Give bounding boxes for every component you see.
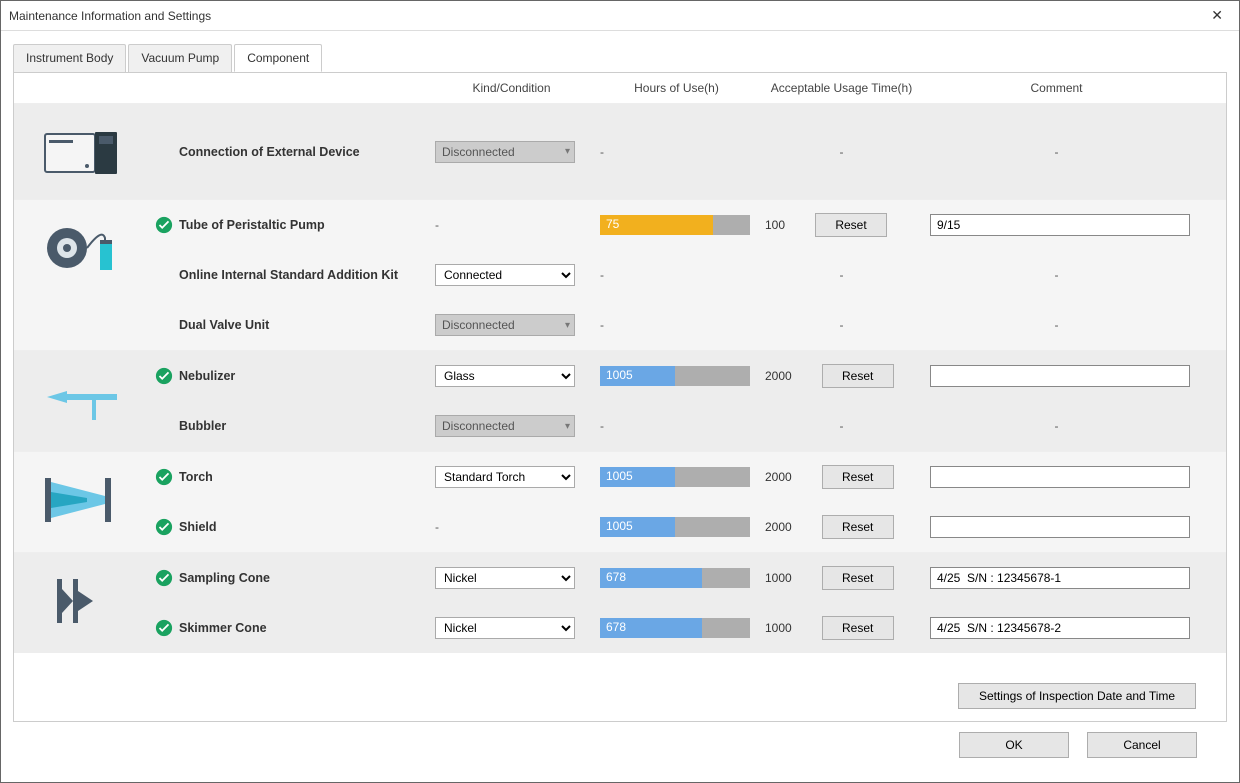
select-torch[interactable]: Standard Torch [435,466,575,488]
ok-button[interactable]: OK [959,732,1069,758]
comment-nebulizer[interactable] [930,365,1190,387]
progress-nebulizer: 1005 [600,366,750,386]
chevron-down-icon: ▾ [565,146,570,157]
select-dual-valve: Disconnected▾ [435,314,575,336]
select-conn-ext: Disconnected▾ [435,141,575,163]
row-label-bubbler: Bubbler [179,419,429,433]
title-bar: Maintenance Information and Settings ✕ [1,1,1239,31]
acceptable-sampling: 1000 [765,571,792,585]
progress-shield: 1005 [600,517,750,537]
cones-icon [14,553,149,653]
status-ok-icon [149,468,179,486]
comment-skimmer[interactable] [930,617,1190,639]
comment-shield[interactable] [930,516,1190,538]
row-label-dual-valve: Dual Valve Unit [179,318,429,332]
reset-button[interactable]: Reset [822,465,894,489]
reset-button[interactable]: Reset [822,616,894,640]
header-comment: Comment [924,81,1189,95]
row-label-sampling: Sampling Cone [179,571,429,585]
row-label-online-kit: Online Internal Standard Addition Kit [179,268,429,282]
row-label-nebulizer: Nebulizer [179,369,429,383]
select-sampling[interactable]: Nickel [435,567,575,589]
hours-conn-ext: - [594,145,759,159]
select-nebulizer[interactable]: Glass [435,365,575,387]
comment-conn-ext: - [924,145,1189,159]
progress-skimmer: 678 [600,618,750,638]
tab-instrument-body[interactable]: Instrument Body [13,44,126,72]
status-ok-icon [149,216,179,234]
select-online-kit[interactable]: Connected [435,264,575,286]
acceptable-torch: 2000 [765,470,792,484]
status-ok-icon [149,367,179,385]
row-label-skimmer: Skimmer Cone [179,621,429,635]
header-hours: Hours of Use(h) [594,81,759,95]
row-label-conn-ext: Connection of External Device [179,145,429,159]
acceptable-nebulizer: 2000 [765,369,792,383]
progress-sampling: 678 [600,568,750,588]
window-title: Maintenance Information and Settings [9,9,211,23]
status-ok-icon [149,619,179,637]
status-ok-icon [149,518,179,536]
component-panel: Kind/Condition Hours of Use(h) Acceptabl… [13,72,1227,722]
row-label-shield: Shield [179,520,429,534]
comment-sampling[interactable] [930,567,1190,589]
chevron-down-icon: ▾ [565,421,570,432]
reset-button[interactable]: Reset [822,515,894,539]
comment-torch[interactable] [930,466,1190,488]
progress-torch: 1005 [600,467,750,487]
column-headers: Kind/Condition Hours of Use(h) Acceptabl… [14,73,1226,103]
status-ok-icon [149,569,179,587]
tab-vacuum-pump[interactable]: Vacuum Pump [128,44,232,72]
tab-component[interactable]: Component [234,44,322,72]
reset-button[interactable]: Reset [822,566,894,590]
nebulizer-icon [14,351,149,451]
row-label-torch: Torch [179,470,429,484]
acceptable-conn-ext: - [759,145,924,159]
reset-button[interactable]: Reset [822,364,894,388]
acceptable-shield: 2000 [765,520,792,534]
header-kind: Kind/Condition [429,81,594,95]
settings-inspection-button[interactable]: Settings of Inspection Date and Time [958,683,1196,709]
row-label-tube-pump: Tube of Peristaltic Pump [179,218,429,232]
close-icon[interactable]: ✕ [1203,3,1231,28]
reset-button[interactable]: Reset [815,213,887,237]
acceptable-skimmer: 1000 [765,621,792,635]
header-acceptable: Acceptable Usage Time(h) [759,81,924,95]
acceptable-tube-pump: 100 [765,218,785,232]
select-bubbler: Disconnected▾ [435,415,575,437]
chevron-down-icon: ▾ [565,320,570,331]
cancel-button[interactable]: Cancel [1087,732,1197,758]
instrument-icon [14,104,149,199]
select-skimmer[interactable]: Nickel [435,617,575,639]
progress-tube-pump: 75 [600,215,750,235]
comment-tube-pump[interactable] [930,214,1190,236]
tabs: Instrument Body Vacuum Pump Component [13,44,1227,73]
torch-icon [14,452,149,552]
pump-icon [14,200,149,350]
